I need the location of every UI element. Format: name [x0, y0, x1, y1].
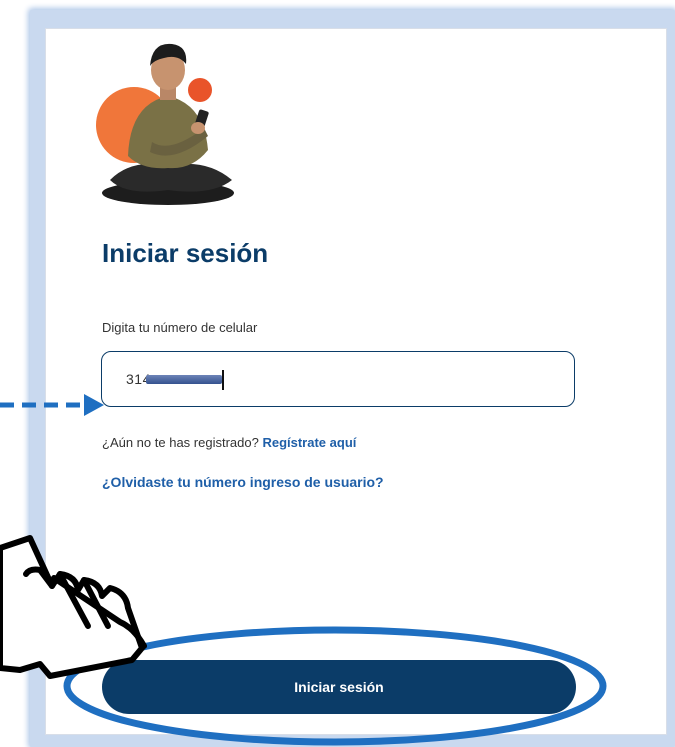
register-link[interactable]: Regístrate aquí — [262, 435, 356, 450]
register-prompt-line: ¿Aún no te has registrado? Regístrate aq… — [102, 435, 356, 450]
register-prompt-text: ¿Aún no te has registrado? — [102, 435, 259, 450]
forgot-user-link[interactable]: ¿Olvidaste tu número ingreso de usuario? — [102, 474, 384, 490]
phone-number-input[interactable]: 314 — [101, 351, 575, 407]
text-caret — [222, 370, 224, 390]
login-submit-button[interactable]: Iniciar sesión — [102, 660, 576, 714]
redaction-mark — [146, 375, 222, 384]
person-with-phone-illustration — [96, 43, 234, 205]
page-title: Iniciar sesión — [102, 238, 269, 268]
phone-field-label: Digita tu número de celular — [102, 320, 258, 335]
